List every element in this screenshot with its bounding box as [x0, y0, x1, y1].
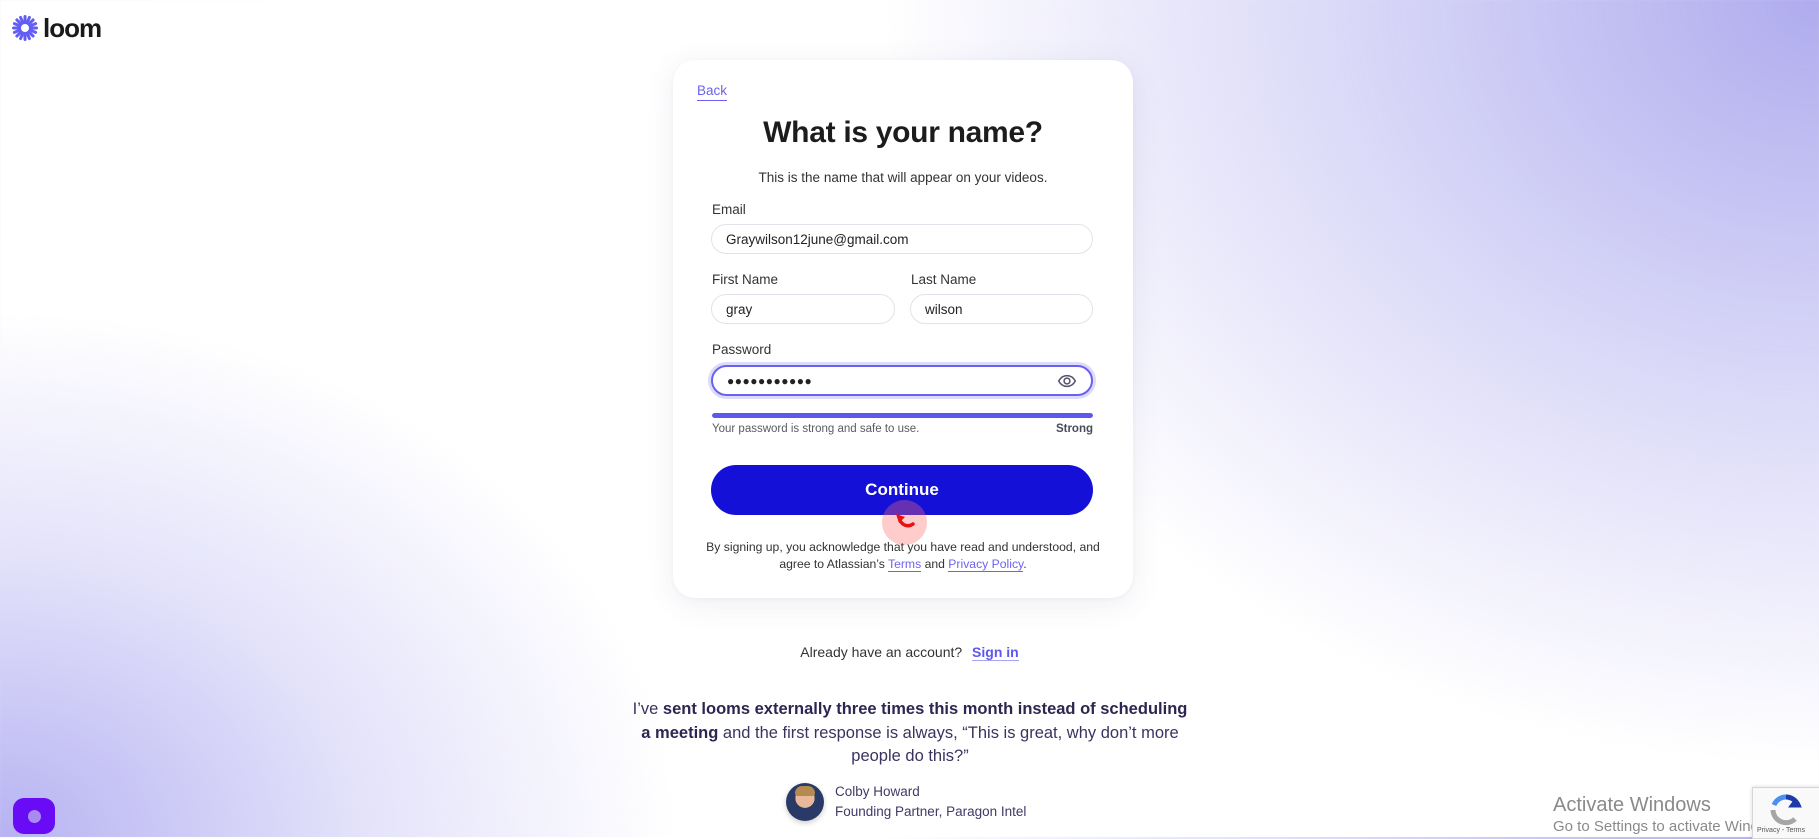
password-helper-text: Your password is strong and safe to use. [712, 423, 920, 435]
loom-starburst-icon [12, 15, 38, 41]
eye-icon[interactable] [1057, 371, 1077, 391]
last-name-label: Last Name [911, 272, 977, 287]
recaptcha-badge[interactable]: Privacy - Terms [1752, 787, 1819, 839]
terms-link[interactable]: Terms [888, 556, 922, 572]
author-title: Founding Partner, Paragon Intel [835, 804, 1027, 819]
back-link[interactable]: Back [697, 83, 728, 101]
legal-suffix: . [1023, 556, 1027, 571]
first-name-label: First Name [712, 272, 779, 287]
password-field[interactable]: ●●●●●●●●●●● [727, 374, 1051, 388]
widget-dot-icon [27, 809, 41, 823]
recaptcha-icon [1770, 794, 1802, 826]
page-title: What is your name? [763, 116, 1043, 149]
privacy-policy-link[interactable]: Privacy Policy [948, 556, 1024, 572]
legal-and: and [921, 556, 949, 571]
quote-lead: I’ve [632, 700, 663, 718]
legal-text: By signing up, you acknowledge that you … [701, 539, 1105, 572]
signup-card: Back What is your name? This is the name… [673, 60, 1133, 598]
email-field[interactable] [726, 231, 1078, 247]
page-subtitle: This is the name that will appear on you… [758, 170, 1048, 185]
first-name-field-wrapper [711, 294, 895, 324]
last-name-field-wrapper [910, 294, 1093, 324]
author-name: Colby Howard [835, 784, 920, 799]
testimonial-quote: I’ve sent looms externally three times t… [630, 698, 1190, 769]
first-name-field[interactable] [726, 301, 880, 317]
email-field-wrapper [711, 224, 1093, 254]
recaptcha-links[interactable]: Privacy - Terms [1757, 827, 1805, 834]
author-avatar [786, 783, 824, 821]
help-widget-button[interactable] [13, 798, 55, 834]
password-label: Password [712, 342, 772, 357]
signin-prompt: Already have an account? [800, 644, 963, 660]
signin-link[interactable]: Sign in [972, 644, 1019, 661]
loom-logo[interactable]: loom [12, 13, 102, 43]
quote-rest: and the first response is always, “This … [718, 723, 1179, 766]
logo-text: loom [43, 13, 102, 43]
password-field-wrapper: ●●●●●●●●●●● [711, 365, 1093, 396]
last-name-field[interactable] [925, 301, 1078, 317]
email-label: Email [712, 202, 746, 217]
password-strength-fill [712, 413, 1093, 418]
password-strength-label: Strong [1055, 423, 1093, 435]
testimonial-author: Colby Howard Founding Partner, Paragon I… [786, 782, 1026, 822]
signin-row: Already have an account? Sign in [0, 644, 1819, 661]
password-strength-bar [712, 413, 1093, 418]
